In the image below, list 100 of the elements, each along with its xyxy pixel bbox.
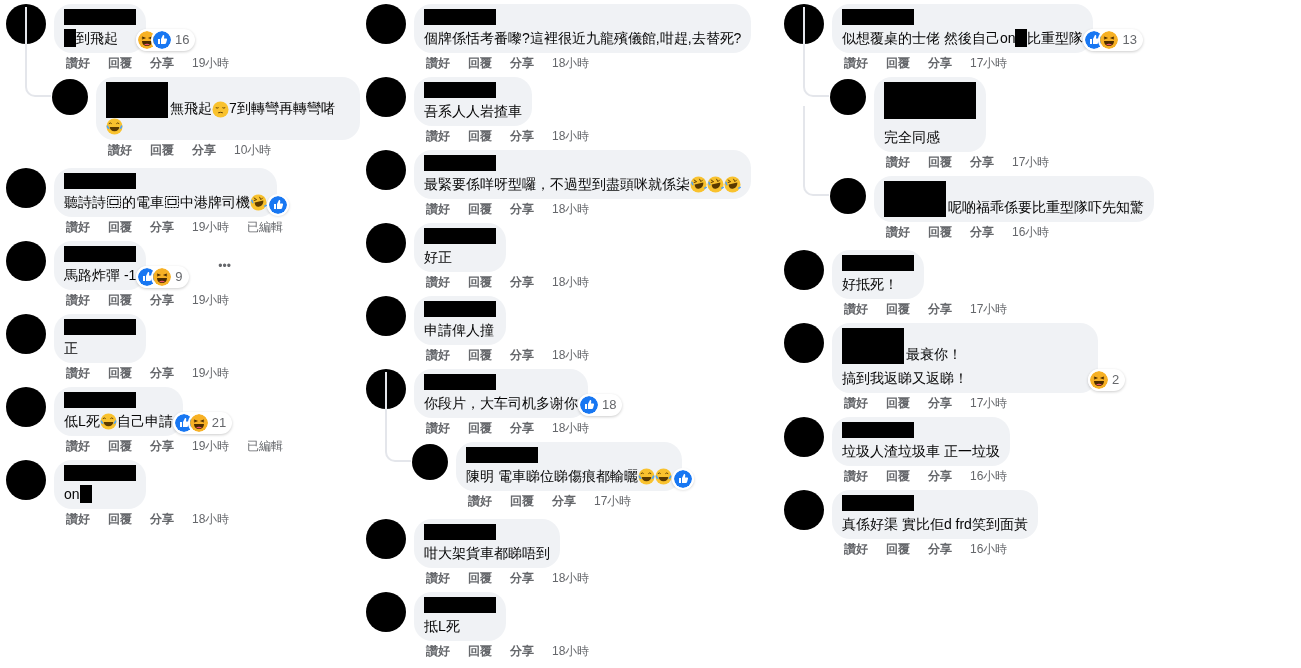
action-link[interactable]: 回覆: [108, 291, 132, 309]
action-link[interactable]: 讚好: [66, 437, 90, 455]
action-link[interactable]: 讚好: [426, 569, 450, 587]
timestamp-link[interactable]: 17小時: [970, 54, 1008, 72]
action-link[interactable]: 分享: [928, 300, 952, 318]
timestamp-link[interactable]: 17小時: [970, 394, 1008, 412]
action-link[interactable]: 讚好: [66, 291, 90, 309]
action-link[interactable]: 讚好: [844, 394, 868, 412]
action-link[interactable]: 分享: [192, 141, 216, 159]
avatar[interactable]: [366, 592, 406, 632]
avatar[interactable]: [6, 168, 46, 208]
avatar[interactable]: [366, 296, 406, 336]
avatar[interactable]: [412, 444, 448, 480]
action-link[interactable]: 分享: [510, 54, 534, 72]
avatar[interactable]: [784, 490, 824, 530]
action-link[interactable]: 回覆: [468, 200, 492, 218]
action-link[interactable]: 讚好: [886, 223, 910, 241]
avatar[interactable]: [784, 417, 824, 457]
timestamp-link[interactable]: 18小時: [192, 510, 230, 528]
action-link[interactable]: 讚好: [426, 127, 450, 145]
timestamp-link[interactable]: 17小時: [594, 492, 632, 510]
reaction-pill[interactable]: 2: [1088, 369, 1126, 391]
action-link[interactable]: 分享: [510, 569, 534, 587]
action-link[interactable]: 分享: [510, 642, 534, 660]
action-link[interactable]: 回覆: [108, 364, 132, 382]
action-link[interactable]: 分享: [150, 218, 174, 236]
action-link[interactable]: 回覆: [468, 54, 492, 72]
reaction-pill[interactable]: 9: [136, 266, 189, 288]
action-link[interactable]: 回覆: [510, 492, 534, 510]
timestamp-link[interactable]: 16小時: [970, 540, 1008, 558]
timestamp-link[interactable]: 16小時: [1012, 223, 1050, 241]
action-link[interactable]: 分享: [150, 437, 174, 455]
avatar[interactable]: [784, 4, 824, 44]
timestamp-link[interactable]: 18小時: [552, 54, 590, 72]
action-link[interactable]: 讚好: [844, 540, 868, 558]
avatar[interactable]: [6, 4, 46, 44]
action-link[interactable]: 讚好: [426, 642, 450, 660]
action-link[interactable]: 讚好: [844, 300, 868, 318]
action-link[interactable]: 分享: [510, 346, 534, 364]
action-link[interactable]: 分享: [150, 291, 174, 309]
action-link[interactable]: 分享: [150, 54, 174, 72]
action-link[interactable]: 分享: [150, 510, 174, 528]
reaction-pill[interactable]: [267, 195, 289, 215]
action-link[interactable]: 回覆: [468, 273, 492, 291]
action-link[interactable]: 讚好: [426, 419, 450, 437]
action-link[interactable]: 讚好: [426, 273, 450, 291]
action-link[interactable]: 分享: [510, 419, 534, 437]
timestamp-link[interactable]: 19小時: [192, 291, 230, 309]
timestamp-link[interactable]: 18小時: [552, 569, 590, 587]
action-link[interactable]: 分享: [510, 273, 534, 291]
action-link[interactable]: 回覆: [468, 419, 492, 437]
reaction-pill[interactable]: 13: [1083, 29, 1143, 51]
action-link[interactable]: 分享: [928, 467, 952, 485]
timestamp-link[interactable]: 19小時: [192, 437, 230, 455]
avatar[interactable]: [366, 519, 406, 559]
timestamp-link[interactable]: 19小時: [192, 218, 230, 236]
avatar[interactable]: [784, 250, 824, 290]
action-link[interactable]: 讚好: [886, 153, 910, 171]
avatar[interactable]: [366, 223, 406, 263]
more-button[interactable]: •••: [218, 256, 231, 275]
action-link[interactable]: 分享: [928, 540, 952, 558]
action-link[interactable]: 讚好: [468, 492, 492, 510]
action-link[interactable]: 回覆: [928, 153, 952, 171]
action-link[interactable]: 回覆: [468, 127, 492, 145]
avatar[interactable]: [784, 323, 824, 363]
timestamp-link[interactable]: 16小時: [970, 467, 1008, 485]
timestamp-link[interactable]: 18小時: [552, 642, 590, 660]
reaction-pill[interactable]: [671, 469, 694, 489]
action-link[interactable]: 回覆: [468, 642, 492, 660]
avatar[interactable]: [830, 79, 866, 115]
action-link[interactable]: 分享: [928, 54, 952, 72]
timestamp-link[interactable]: 19小時: [192, 54, 230, 72]
action-link[interactable]: 回覆: [886, 394, 910, 412]
avatar[interactable]: [366, 150, 406, 190]
action-link[interactable]: 回覆: [886, 54, 910, 72]
action-link[interactable]: 回覆: [928, 223, 952, 241]
action-link[interactable]: 分享: [552, 492, 576, 510]
action-link[interactable]: 分享: [510, 200, 534, 218]
avatar[interactable]: [366, 369, 406, 409]
action-link[interactable]: 讚好: [66, 510, 90, 528]
action-link[interactable]: 回覆: [468, 569, 492, 587]
reaction-pill[interactable]: 16: [136, 29, 196, 51]
reaction-pill[interactable]: 18: [578, 394, 623, 416]
action-link[interactable]: 回覆: [886, 540, 910, 558]
avatar[interactable]: [6, 241, 46, 281]
action-link[interactable]: 讚好: [66, 218, 90, 236]
avatar[interactable]: [366, 77, 406, 117]
action-link[interactable]: 讚好: [426, 54, 450, 72]
action-link[interactable]: 讚好: [108, 141, 132, 159]
timestamp-link[interactable]: 18小時: [552, 419, 590, 437]
action-link[interactable]: 分享: [510, 127, 534, 145]
action-link[interactable]: 分享: [928, 394, 952, 412]
timestamp-link[interactable]: 10小時: [234, 141, 272, 159]
action-link[interactable]: 讚好: [426, 200, 450, 218]
action-link[interactable]: 回覆: [108, 218, 132, 236]
action-link[interactable]: 讚好: [844, 54, 868, 72]
timestamp-link[interactable]: 18小時: [552, 127, 590, 145]
avatar[interactable]: [366, 4, 406, 44]
action-link[interactable]: 分享: [970, 153, 994, 171]
action-link[interactable]: 回覆: [108, 510, 132, 528]
